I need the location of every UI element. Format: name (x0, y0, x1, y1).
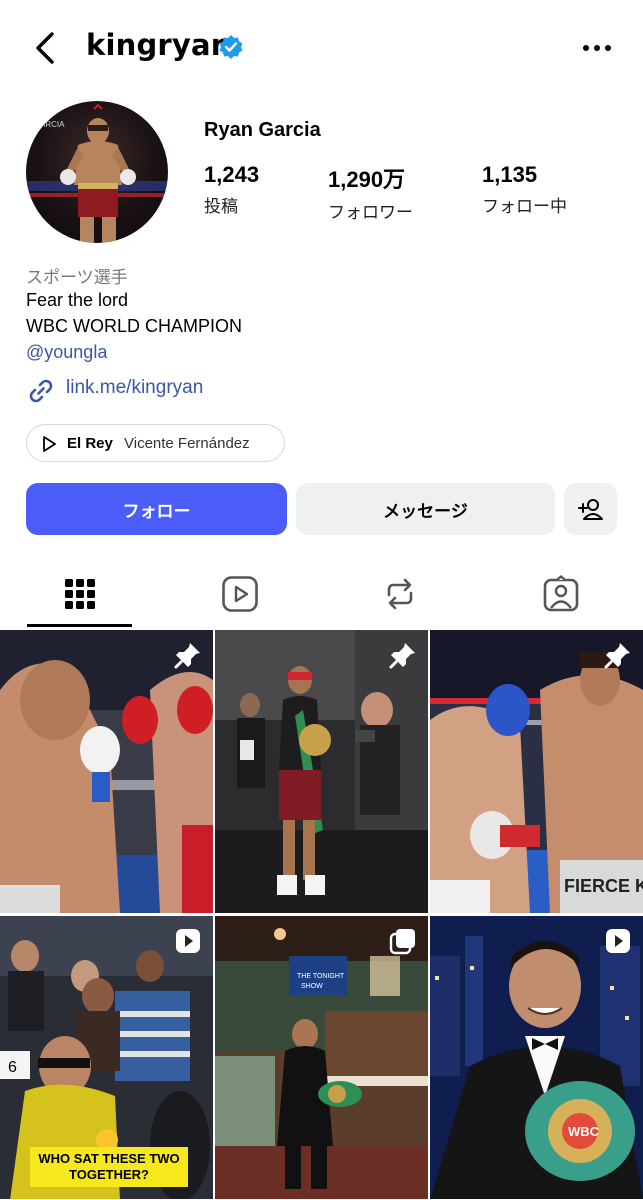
post-image (0, 630, 213, 913)
stat-following-value: 1,135 (482, 162, 538, 187)
bio-mention-link[interactable]: @youngla (26, 342, 107, 363)
svg-text:6: 6 (8, 1059, 17, 1076)
post-thumbnail[interactable]: THE TONIGHT SHOW (215, 916, 428, 1199)
post-thumbnail[interactable] (0, 630, 213, 913)
reel-icon (176, 929, 200, 953)
stat-posts[interactable]: 1,243 投稿 (204, 162, 259, 217)
tab-reels[interactable] (175, 566, 305, 622)
post-thumbnail[interactable] (215, 630, 428, 913)
chevron-left-icon[interactable] (28, 28, 64, 68)
tab-grid[interactable] (15, 566, 145, 622)
post-grid: FIERCE K 6 WHO SAT THESE TWO TOGETHER? T… (0, 630, 643, 1200)
post-thumbnail[interactable]: FIERCE K (430, 630, 643, 913)
add-user-icon (577, 499, 603, 520)
top-bar: kingryan (0, 0, 643, 96)
repost-icon (387, 578, 413, 610)
stat-followers[interactable]: 1,290万 フォロワー (328, 162, 413, 223)
follow-button[interactable]: フォロー (26, 483, 287, 535)
stat-followers-label: フォロワー (328, 203, 413, 223)
stat-followers-value: 1,290万 (328, 167, 406, 192)
post-image: THE TONIGHT SHOW (215, 916, 428, 1199)
svg-text:FIERCE K: FIERCE K (564, 876, 643, 896)
pin-icon (389, 643, 415, 669)
post-image: WBC (430, 916, 643, 1199)
svg-text:THE TONIGHT: THE TONIGHT (297, 973, 345, 980)
svg-text:ARCIA: ARCIA (40, 120, 65, 129)
link-text: link.me/kingryan (66, 377, 204, 398)
add-user-button[interactable] (564, 483, 617, 535)
svg-text:SHOW: SHOW (301, 983, 323, 990)
stat-following[interactable]: 1,135 フォロー中 (482, 162, 567, 217)
reel-icon (606, 929, 630, 953)
post-caption-overlay: WHO SAT THESE TWO TOGETHER? (30, 1147, 188, 1187)
music-song-title: El Rey (67, 435, 113, 452)
music-artist: Vicente Fernández (124, 435, 250, 452)
post-thumbnail[interactable]: 6 WHO SAT THESE TWO TOGETHER? (0, 916, 213, 1199)
post-image (215, 630, 428, 913)
post-thumbnail[interactable]: WBC (430, 916, 643, 1199)
stat-posts-label: 投稿 (204, 197, 238, 217)
active-tab-indicator (27, 624, 132, 627)
post-image: FIERCE K (430, 630, 643, 913)
profile-music-chip[interactable]: El Rey Vicente Fernández (26, 424, 285, 462)
message-button[interactable]: メッセージ (296, 483, 555, 535)
profile-category: スポーツ選手 (26, 268, 128, 288)
reels-icon (222, 576, 258, 612)
carousel-icon (389, 929, 415, 955)
pin-icon (604, 643, 630, 669)
pin-icon (174, 643, 200, 669)
avatar-photo: ARCIA (26, 103, 168, 243)
grid-icon (65, 579, 95, 609)
verified-badge-icon (219, 35, 243, 59)
profile-full-name: Ryan Garcia (204, 119, 321, 141)
svg-text:WBC: WBC (568, 1124, 600, 1139)
more-horizontal-icon[interactable] (580, 36, 614, 60)
bio-line: Fear the lord (26, 290, 129, 310)
play-icon (43, 436, 56, 452)
link-icon (29, 379, 53, 403)
bio-line: WBC WORLD CHAMPION (26, 316, 242, 336)
tagged-icon (543, 575, 579, 612)
tab-reposts[interactable] (335, 566, 465, 622)
profile-avatar[interactable]: ARCIA (26, 101, 168, 243)
profile-username: kingryan (86, 28, 232, 62)
stat-following-label: フォロー中 (482, 197, 567, 217)
tab-tagged[interactable] (496, 566, 626, 622)
stat-posts-value: 1,243 (204, 162, 260, 187)
